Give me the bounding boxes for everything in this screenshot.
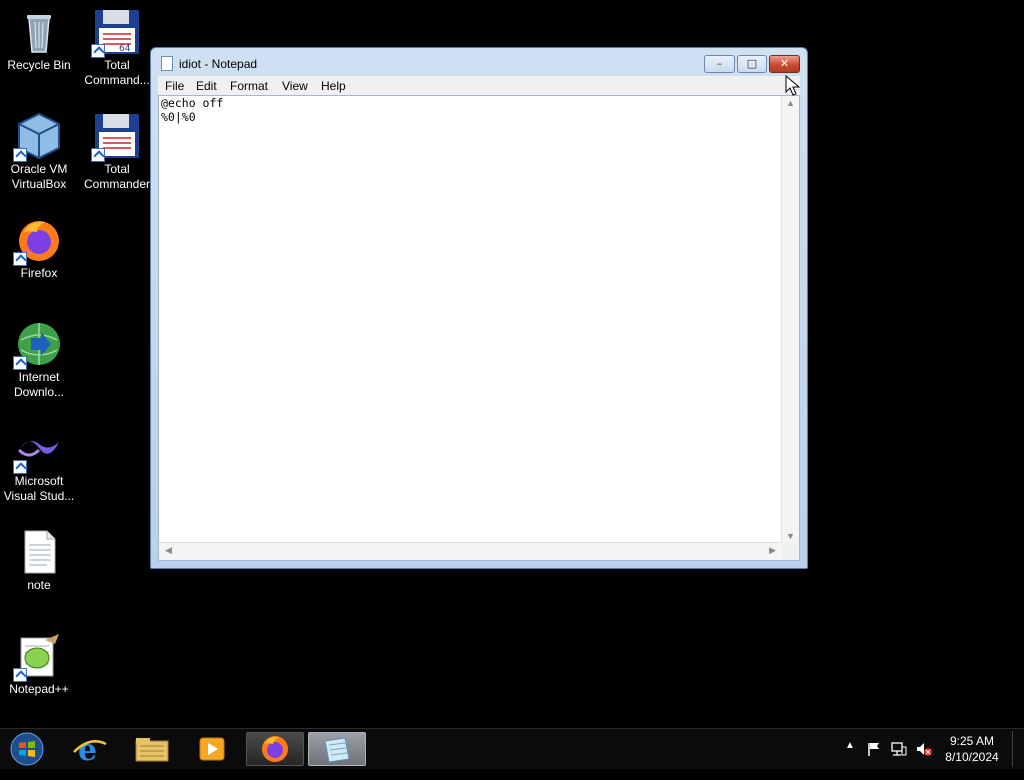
clock-date: 8/10/2024	[945, 750, 999, 764]
desktop-icon-label: Firefox	[20, 266, 58, 280]
desktop-icon-label: Notepad++	[9, 682, 69, 696]
text-file-icon	[15, 528, 63, 576]
total-commander-icon: 64	[91, 8, 141, 58]
maximize-button[interactable]: □	[737, 55, 767, 73]
internet-explorer-icon: e	[73, 733, 107, 768]
action-center-flag-icon[interactable]	[866, 741, 882, 757]
windows-start-orb-icon	[10, 732, 44, 766]
desktop-icon-total-commander-64[interactable]: 64 Total Command...	[79, 8, 155, 88]
menu-bar: File Edit Format View Help	[158, 76, 800, 95]
desktop-icon-label: Oracle VM VirtualBox	[10, 162, 68, 191]
horizontal-scrollbar[interactable]: ◀ ▶	[159, 542, 782, 560]
clock-time: 9:25 AM	[949, 734, 995, 748]
maximize-icon: □	[746, 57, 758, 70]
desktop-icon-firefox[interactable]: Firefox	[1, 216, 77, 281]
scroll-up-arrow-icon[interactable]: ▲	[786, 98, 795, 108]
menu-edit[interactable]: Edit	[196, 79, 217, 93]
notepad-app-icon[interactable]	[161, 56, 173, 71]
desktop-icon-label: Total Command...	[84, 58, 150, 87]
desktop-icon-total-commander[interactable]: Total Commander	[79, 112, 155, 192]
menu-help[interactable]: Help	[321, 79, 346, 93]
desktop-icon-recycle-bin[interactable]: Recycle Bin	[1, 8, 77, 73]
taskbar-file-explorer[interactable]	[124, 732, 180, 766]
network-icon[interactable]	[890, 741, 908, 757]
virtualbox-icon	[13, 112, 63, 162]
start-button[interactable]	[4, 732, 50, 766]
firefox-icon	[262, 736, 288, 762]
menu-view[interactable]: View	[282, 79, 308, 93]
desktop-icon-label: Microsoft Visual Stud...	[3, 474, 75, 503]
notepad-plus-plus-icon	[13, 632, 63, 682]
text-editor[interactable]: @echo off %0|%0 ▲ ▼ ◀ ▶	[158, 95, 800, 561]
system-clock[interactable]: 9:25 AM 8/10/2024	[940, 733, 1004, 765]
minimize-button[interactable]: –	[704, 55, 735, 73]
media-player-icon	[199, 737, 225, 761]
scroll-right-arrow-icon[interactable]: ▶	[769, 545, 776, 556]
editor-content[interactable]: @echo off %0|%0	[161, 96, 223, 124]
show-desktop-button[interactable]	[1012, 731, 1024, 767]
scroll-left-arrow-icon[interactable]: ◀	[165, 545, 172, 556]
desktop-icon-internet-download-manager[interactable]: Internet Downlo...	[1, 320, 77, 400]
window-titlebar[interactable]: idiot - Notepad – □ ✕	[151, 48, 807, 78]
window-title: idiot - Notepad	[179, 57, 258, 71]
file-explorer-icon	[135, 738, 169, 762]
volume-muted-icon[interactable]	[915, 741, 933, 757]
menu-format[interactable]: Format	[230, 79, 268, 93]
visual-studio-icon	[13, 424, 63, 474]
internet-download-manager-icon	[13, 320, 63, 370]
vertical-scrollbar[interactable]: ▲ ▼	[781, 96, 799, 543]
desktop-icon-virtualbox[interactable]: Oracle VM VirtualBox	[1, 112, 77, 192]
desktop-icon-label: Total Commander	[83, 162, 151, 191]
desktop-icon-note[interactable]: note	[1, 528, 77, 593]
taskbar-media-player[interactable]	[184, 732, 240, 766]
size-grip[interactable]	[782, 543, 799, 560]
close-icon: ✕	[779, 57, 790, 70]
svg-text:e: e	[78, 733, 97, 766]
taskbar-notepad[interactable]	[308, 732, 366, 766]
show-hidden-icons-arrow[interactable]: ▲	[845, 740, 855, 780]
mouse-cursor-icon	[785, 75, 801, 96]
desktop-icon-label: Recycle Bin	[7, 58, 71, 72]
svg-text:64: 64	[119, 44, 131, 54]
notepad-icon	[324, 737, 350, 763]
menu-file[interactable]: File	[165, 79, 184, 93]
total-commander-icon	[91, 112, 141, 162]
recycle-bin-icon	[15, 8, 63, 56]
desktop-icon-visual-studio[interactable]: Microsoft Visual Stud...	[1, 424, 77, 504]
notepad-window: idiot - Notepad – □ ✕ File Edit Format V…	[150, 47, 808, 569]
minimize-icon: –	[716, 57, 723, 70]
taskbar-internet-explorer[interactable]: e	[62, 732, 118, 768]
desktop-icon-label: note	[27, 578, 51, 592]
scroll-down-arrow-icon[interactable]: ▼	[786, 531, 795, 541]
taskbar-firefox[interactable]	[246, 732, 304, 766]
taskbar: e ▲ 9:25 AM 8/10/2024	[0, 728, 1024, 769]
firefox-icon	[13, 216, 63, 266]
desktop-icon-label: Internet Downlo...	[13, 370, 65, 399]
close-button[interactable]: ✕	[769, 55, 800, 73]
desktop-icon-notepad-plus-plus[interactable]: Notepad++	[1, 632, 77, 697]
